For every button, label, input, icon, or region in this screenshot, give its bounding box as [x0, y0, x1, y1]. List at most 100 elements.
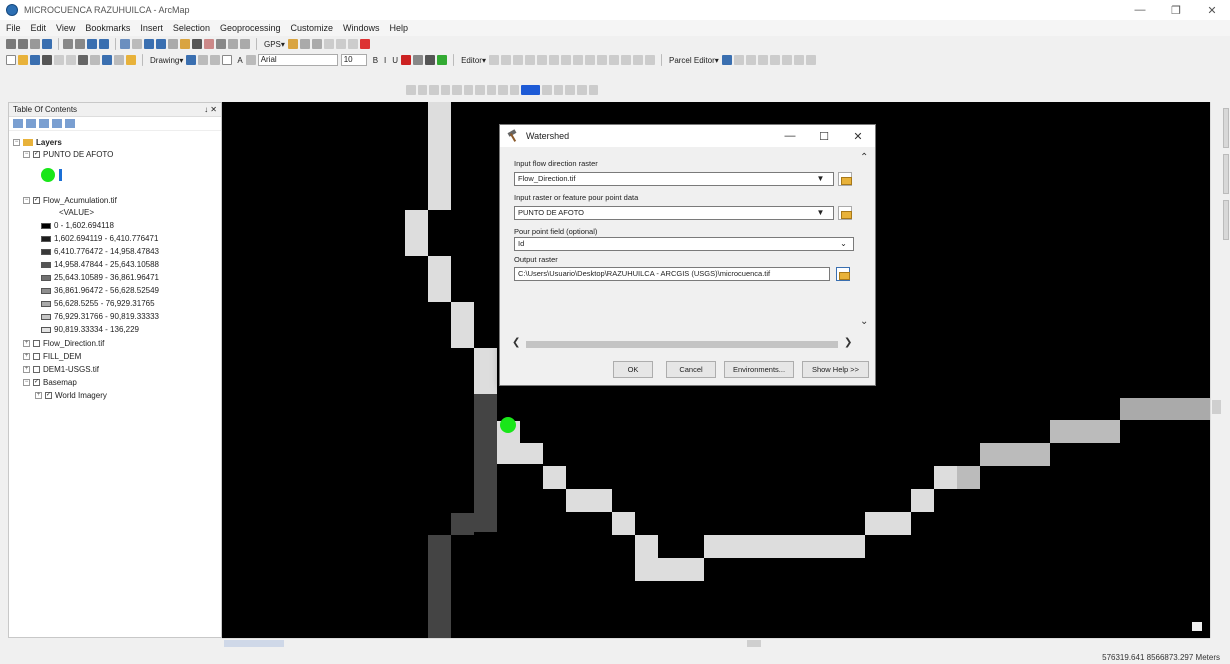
dialog-minimize-button[interactable]: — [773, 125, 807, 147]
rotate-icon[interactable] [498, 85, 508, 95]
paste-icon[interactable] [78, 55, 88, 65]
pan-icon[interactable] [30, 39, 40, 49]
browse-folder-icon[interactable] [836, 267, 850, 281]
split-icon[interactable] [596, 55, 607, 65]
gps-connect-icon[interactable] [287, 39, 298, 49]
list-by-drawing-order-icon[interactable] [13, 119, 23, 128]
menu-edit[interactable]: Edit [31, 23, 47, 33]
underline-button[interactable]: U [392, 56, 398, 65]
scroll-right-icon[interactable]: ❯ [844, 338, 852, 348]
new-document-icon[interactable] [6, 55, 16, 65]
collapse-icon[interactable]: − [23, 379, 30, 386]
fixed-zoom-in-icon[interactable] [63, 39, 73, 49]
undo-icon[interactable] [102, 55, 112, 65]
list-by-selection-icon[interactable] [52, 119, 62, 128]
bold-button[interactable]: B [373, 56, 378, 65]
gps-open-icon[interactable] [299, 39, 310, 49]
layout-view-buttons[interactable] [224, 640, 284, 647]
collapse-icon[interactable]: − [13, 139, 20, 146]
font-size-select[interactable]: 10 [340, 54, 367, 66]
fill-color-icon[interactable] [413, 55, 424, 65]
layer-visibility-checkbox[interactable] [33, 353, 40, 360]
map-horizontal-scrollbar[interactable] [222, 638, 1210, 648]
rotate-icon[interactable] [198, 55, 209, 65]
cut-polygons-icon[interactable] [584, 55, 595, 65]
find-icon[interactable] [204, 39, 214, 49]
layer-visibility-checkbox[interactable]: ✓ [33, 151, 40, 158]
expand-icon[interactable]: + [23, 353, 30, 360]
collapse-icon[interactable]: − [23, 197, 30, 204]
dropdown-arrow-icon[interactable]: ▼ [816, 174, 825, 183]
order-icon[interactable] [475, 85, 485, 95]
toc-layer-flow-direction[interactable]: + Flow_Direction.tif [23, 338, 104, 349]
menu-customize[interactable]: Customize [291, 23, 334, 33]
vertical-scroll-thumb[interactable] [1212, 400, 1221, 414]
layer-visibility-checkbox[interactable]: ✓ [45, 392, 52, 399]
expand-icon[interactable]: + [35, 392, 42, 399]
legend-class[interactable]: 76,929.31766 - 90,819.33333 [41, 311, 159, 322]
expand-icon[interactable]: + [23, 366, 30, 373]
back-extent-icon[interactable] [87, 39, 97, 49]
layer-visibility-checkbox[interactable]: ✓ [33, 379, 40, 386]
rotate-edit-icon[interactable] [608, 55, 619, 65]
dialog-vertical-scrollbar[interactable]: ⌃ ⌄ [859, 151, 871, 331]
font-color-icon[interactable] [401, 55, 412, 65]
ok-button[interactable]: OK [613, 361, 653, 378]
clear-selection-icon[interactable] [132, 39, 142, 49]
gps-zoom-icon[interactable] [335, 39, 346, 49]
menu-file[interactable]: File [6, 23, 21, 33]
select-elements-arrow-icon[interactable] [186, 55, 197, 65]
menu-help[interactable]: Help [390, 23, 409, 33]
cut-icon[interactable] [54, 55, 64, 65]
collapse-icon[interactable]: − [23, 151, 30, 158]
legend-class[interactable]: 36,861.96472 - 56,628.52549 [41, 285, 159, 296]
dialog-maximize-button[interactable]: ☐ [807, 125, 841, 147]
hyperlink-icon[interactable] [168, 39, 178, 49]
pour-point-marker[interactable] [500, 417, 516, 433]
italic-button[interactable]: I [384, 56, 386, 65]
trace-icon[interactable] [536, 55, 547, 65]
go-to-xy-icon[interactable] [228, 39, 238, 49]
cancel-button[interactable]: Cancel [666, 361, 716, 378]
toc-layer-dem[interactable]: + DEM1-USGS.tif [23, 364, 99, 375]
menu-selection[interactable]: Selection [173, 23, 210, 33]
browse-folder-icon[interactable] [838, 206, 852, 220]
group-icon[interactable] [452, 85, 462, 95]
dropdown-icon[interactable] [542, 85, 552, 95]
create-features-icon[interactable] [644, 55, 655, 65]
close-button[interactable]: ✕ [1194, 0, 1230, 20]
zoom-out-icon[interactable] [18, 39, 28, 49]
toc-layer-punto[interactable]: − ✓ PUNTO DE AFOTO [23, 149, 113, 160]
parcel-tool-icon[interactable] [733, 55, 744, 65]
end-point-arc-icon[interactable] [524, 55, 535, 65]
redo-icon[interactable] [114, 55, 124, 65]
menu-view[interactable]: View [56, 23, 75, 33]
gps-menu[interactable]: GPS▾ [264, 40, 285, 49]
align-icon[interactable] [417, 85, 428, 95]
legend-class[interactable]: 14,958.47844 - 25,643.10588 [41, 259, 159, 270]
legend-class[interactable]: 25,643.10589 - 36,861.96471 [41, 272, 159, 283]
html-popup-icon[interactable] [180, 39, 190, 49]
chevron-down-icon[interactable]: ⌄ [839, 239, 848, 248]
align-icon[interactable] [406, 85, 416, 95]
identify-icon[interactable] [156, 39, 166, 49]
fixed-zoom-out-icon[interactable] [75, 39, 85, 49]
legend-class[interactable]: 0 - 1,602.694118 [41, 220, 114, 231]
list-by-visibility-icon[interactable] [39, 119, 49, 128]
browse-folder-icon[interactable] [838, 172, 852, 186]
rectangle-icon[interactable] [222, 55, 233, 65]
flow-direction-input[interactable]: Flow_Direction.tif [514, 172, 834, 186]
parcel-editor-menu[interactable]: Parcel Editor▾ [669, 56, 719, 65]
zoom-whole-page-icon[interactable] [210, 55, 221, 65]
distribute-icon[interactable] [429, 85, 439, 95]
text-tool[interactable]: A [237, 56, 242, 65]
marker-color-icon[interactable] [437, 55, 448, 65]
select-elements-icon[interactable] [144, 39, 154, 49]
search-tab[interactable] [1223, 154, 1229, 194]
pour-field-select[interactable]: Id [514, 237, 854, 251]
maximize-button[interactable]: ❐ [1158, 0, 1194, 20]
edit-tool-icon[interactable] [488, 55, 499, 65]
point-icon[interactable] [548, 55, 559, 65]
parcel-tool-icon[interactable] [793, 55, 804, 65]
toc-layer-flow-acc[interactable]: − ✓ Flow_Acumulation.tif [23, 195, 117, 206]
